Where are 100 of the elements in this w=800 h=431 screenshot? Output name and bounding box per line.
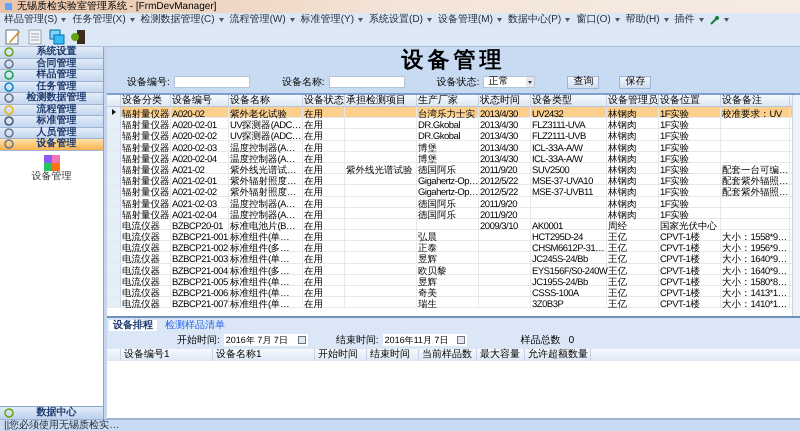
table-row[interactable]: 电流仪器 BZBCP21-002 标准组件(多… 在用 正泰 CHSM6612P-31… 王亿 CPVT-1楼 大小：1956*9… [107, 241, 792, 252]
menu-item[interactable]: 任务管理(X) [72, 14, 126, 26]
column-header[interactable]: 设备名称1 [213, 349, 315, 361]
table-row[interactable]: 电流仪器 BZBCP21-005 标准组件(单… 在用 昱辉 JC195S-24/Bb 王亿 CPVT-1楼 大小：1580*8… [107, 274, 792, 286]
column-header[interactable]: 状态时间 [479, 95, 531, 106]
column-header[interactable]: 设备分类 [121, 95, 171, 106]
menu-item[interactable]: 窗口(O) [576, 14, 611, 26]
document-icon[interactable] [26, 28, 44, 46]
sidebar-item[interactable]: 设备管理 [0, 139, 103, 150]
table-cell: 台湾乐力士实 [417, 109, 476, 120]
caret-icon [426, 18, 432, 22]
table-row[interactable]: 辐射量仪器 A020-02-03 温度控制器(A… 在用 博堡 2013/4/30 ICL-33A-A/W 林钢肉 1F实验 [107, 140, 792, 152]
table-row[interactable]: 电流仪器 BZBCP20-01 标准电池片(B… 在用 2009/3/10 AK0001 周经 国家光伏中心 [107, 218, 792, 230]
status-dropdown[interactable]: 正常 [483, 76, 536, 88]
date-picker[interactable]: 2016年11月 7日 [382, 334, 467, 346]
pen-paper-icon[interactable] [4, 28, 22, 46]
table-row[interactable]: 辐射量仪器 A021-02-02 紫外辐射照度… 在用 Gigahertz-Op… 2012/5/22 MSE-37-UVB11 林钢肉 1F实验 配套紫外辐照… [107, 185, 792, 196]
sidebar-item[interactable]: 流程管理 [0, 104, 103, 116]
sidebar-item[interactable]: 人员管理 [0, 128, 103, 139]
table-row[interactable]: 电流仪器 BZBCP21-001 标准组件(单… 在用 弘晨 HCT295D-24 王亿 CPVT-1楼 大小：1558*9… [107, 230, 792, 242]
table-cell: 电流仪器 [121, 276, 161, 288]
table-cell: 林钢肉 [607, 154, 638, 165]
tab[interactable]: 设备排程 [109, 320, 157, 331]
table-cell: 辐射量仪器 [121, 154, 170, 165]
sidebar-item[interactable]: 系统设置 [0, 47, 103, 58]
caret-icon [614, 18, 620, 22]
table-row[interactable]: 辐射量仪器 A020-02-04 温度控制器(A… 在用 博堡 2013/4/30 ICL-33A-A/W 林钢肉 1F实验 [107, 152, 792, 163]
table-row[interactable]: 辐射量仪器 A021-02-03 温度控制器(A… 在用 德国阿乐 2011/9/20 林钢肉 1F实验 [107, 196, 792, 208]
table-cell: Gigahertz-Op… [417, 176, 480, 188]
column-header[interactable]: 设备类型 [531, 95, 607, 106]
menu-item[interactable]: 样品管理(S) [4, 14, 58, 26]
table-cell: 林钢肉 [607, 164, 638, 176]
input-field[interactable] [328, 76, 405, 88]
menu-item[interactable]: 设备管理(M) [438, 14, 493, 26]
column-header[interactable]: 设备名称 [229, 95, 303, 106]
column-header[interactable]: 允许超额数量 [525, 349, 591, 361]
menu-item[interactable]: 检测数据管理(C) [140, 14, 215, 26]
table-cell: 电流仪器 [121, 243, 161, 254]
table-cell: 王亿 [607, 254, 628, 266]
table-row[interactable]: 辐射量仪器 A020-02-01 UV探测器(ADC… 在用 DR.Gkobal 2013/4/30 FLZ3111-UVA 林钢肉 1F实验 [107, 118, 792, 130]
column-header[interactable]: 设备编号 [171, 95, 229, 106]
menu-item[interactable]: 数据中心(P) [508, 14, 562, 26]
sidebar-item[interactable]: 标准管理 [0, 116, 103, 128]
form-button[interactable]: 查询 [567, 76, 600, 88]
column-header[interactable]: 设备编号1 [121, 349, 213, 361]
table-cell: 林钢肉 [607, 176, 638, 188]
table-cell: A020-02 [171, 109, 206, 120]
grid-icon[interactable] [44, 154, 60, 170]
windows-icon[interactable] [48, 28, 66, 46]
table-cell: 温度控制器(A… [229, 154, 296, 165]
column-header[interactable]: 结束时间 [367, 349, 419, 361]
table-cell: Gigahertz-Op… [417, 187, 480, 198]
column-header[interactable]: 设备管理员 [607, 95, 659, 106]
sidebar-item[interactable]: 合同管理 [0, 58, 103, 70]
input-field[interactable] [174, 76, 250, 88]
table-cell: 林钢肉 [607, 109, 638, 120]
table-row[interactable]: 辐射量仪器 A020-02-02 UV探测器(ADC… 在用 DR.Gkobal 2013/4/30 FLZ2111-UVB 林钢肉 1F实验 [107, 129, 792, 141]
wrench-icon[interactable] [710, 15, 720, 25]
form-button[interactable]: 保存 [619, 76, 652, 88]
column-header[interactable]: 承担检测项目 [345, 95, 417, 106]
table-row[interactable]: 电流仪器 BZBCP21-003 标准组件(单… 在用 昱辉 JC245S-24/Bb 王亿 CPVT-1楼 大小：1640*9… [107, 252, 792, 264]
table-cell: 1F实验 [659, 187, 690, 198]
table-cell: 辐射量仪器 [121, 176, 170, 188]
sidebar-item[interactable]: 样品管理 [0, 70, 103, 82]
door-icon[interactable] [70, 28, 88, 46]
sidebar-footer[interactable]: 数据中心 [0, 406, 103, 419]
table-row[interactable]: 电流仪器 BZBCP21-007 标准组件(单… 在用 瑞生 3Z0B3P 王亿 CPVT-1楼 大小：1410*1… [107, 297, 792, 308]
sidebar-item[interactable]: 任务管理 [0, 82, 103, 93]
status-text: ||您必须使用无锡质检实… [4, 420, 120, 430]
table-row[interactable]: 辐射量仪器 A021-02-01 紫外辐射照度… 在用 Gigahertz-Op… 2012/5/22 MSE-37-UVA10 林钢肉 1F实验 配套紫外辐照… [107, 174, 792, 186]
column-header[interactable]: 设备位置 [659, 95, 721, 106]
column-header[interactable]: 当前样品数 [419, 349, 477, 361]
table-cell: 配套一台可编… [721, 164, 789, 176]
table-cell: 电流仪器 [121, 220, 161, 232]
table-row[interactable]: 电流仪器 BZBCP21-004 标准组件(多… 在用 欧贝黎 EYS156F/S0-240W王亿 CPVT-1楼 大小：1640*9… [107, 264, 792, 275]
caret-icon [698, 18, 704, 22]
menu-item[interactable]: 系统设置(D) [369, 14, 423, 26]
table-cell: 在用 [303, 276, 324, 288]
module-label[interactable]: 设备管理 [32, 170, 72, 182]
sidebar-item[interactable]: 检测数据管理 [0, 93, 103, 104]
menu-item[interactable]: 插件 [674, 14, 695, 26]
table-row[interactable]: 辐射量仪器 A020-02 紫外老化试验 在用 台湾乐力士实 2013/4/30 UV2432 林钢肉 1F实验 校准要求：UV [107, 107, 792, 118]
table-cell: 林钢肉 [607, 131, 638, 142]
date-picker[interactable]: 2016年 7月 7日 [224, 334, 308, 346]
menu-item[interactable]: 帮助(H) [626, 14, 660, 26]
column-header[interactable]: 最大容量 [477, 349, 525, 361]
table-row[interactable]: 辐射量仪器 A021-02 紫外线光谱试… 在用 紫外线光谱试验 德国阿乐 2011/9/20 SUV2500 林钢肉 1F实验 配套一台可编… [107, 162, 792, 174]
caret-icon [358, 18, 364, 22]
table-row[interactable]: 辐射量仪器 A021-02-04 温度控制器(A… 在用 德国阿乐 2011/9/20 林钢肉 1F实验 [107, 208, 792, 219]
column-header[interactable]: 设备状态 [303, 95, 345, 106]
column-header[interactable]: 开始时间 [315, 349, 367, 361]
table-cell: 配套紫外辐照… [721, 187, 789, 198]
table-row[interactable]: 电流仪器 BZBCP21-006 标准组件(单… 在用 奇美 CSSS-100A 王亿 CPVT-1楼 大小：1413*1… [107, 286, 792, 298]
tab[interactable]: 检测样品清单 [161, 320, 229, 331]
table-cell: CPVT-1楼 [659, 266, 701, 277]
menu-item[interactable]: 流程管理(W) [230, 14, 286, 26]
table-cell: A021-02-02 [171, 187, 218, 198]
page-heading: 设备管理 [400, 47, 506, 73]
menu-item[interactable]: 标准管理(Y) [300, 14, 354, 26]
table-cell: 林钢肉 [607, 142, 638, 154]
